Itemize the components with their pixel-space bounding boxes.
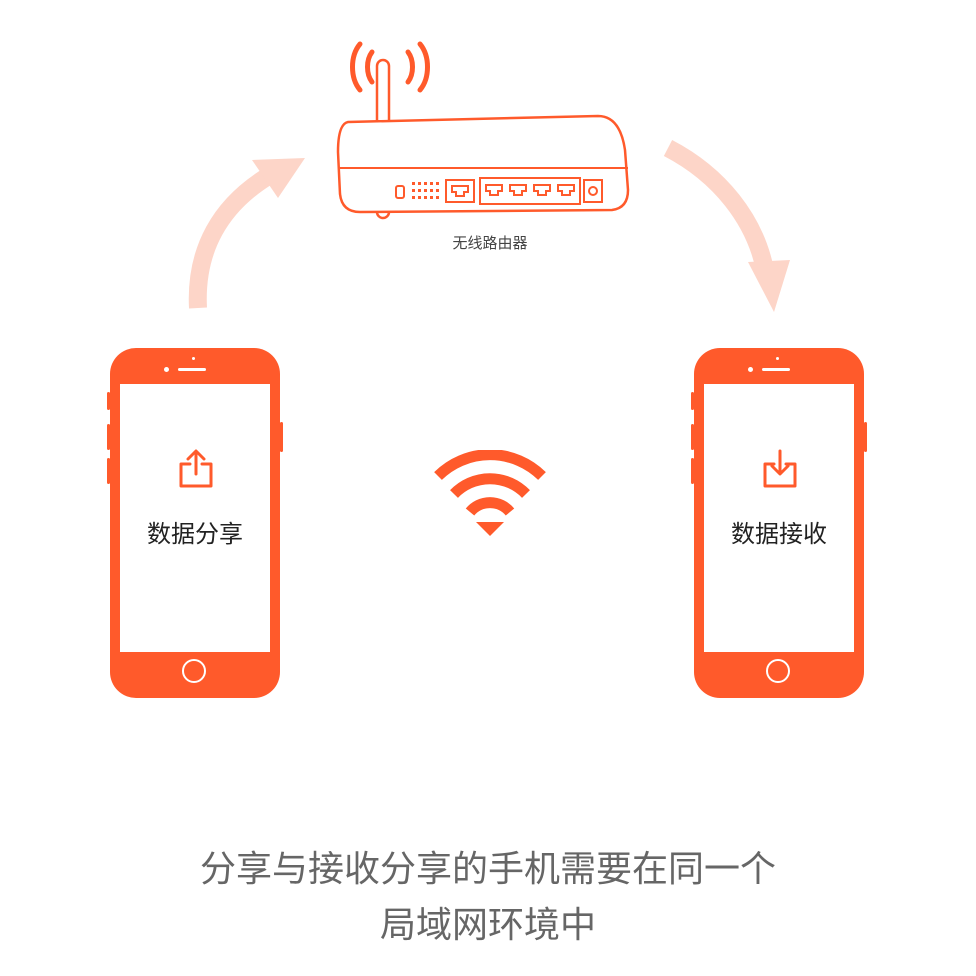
- phone-sensor: [776, 357, 779, 360]
- home-button[interactable]: [766, 659, 790, 683]
- phone-camera: [164, 367, 169, 372]
- router-label: 无线路由器: [452, 234, 528, 252]
- arrow-up-to-router: [188, 158, 305, 309]
- phone-screen: 数据分享: [120, 384, 270, 652]
- upload-share-icon: [179, 449, 213, 488]
- phone-speaker: [178, 368, 206, 371]
- arrow-down-from-router: [663, 140, 790, 312]
- home-button[interactable]: [182, 659, 206, 683]
- phone-screen: 数据接收: [704, 384, 854, 652]
- receive-label: 数据接收: [731, 520, 827, 548]
- router-icon: [336, 41, 630, 220]
- share-label: 数据分享: [147, 520, 243, 548]
- phone-speaker: [762, 368, 790, 371]
- receiver-phone: 数据接收: [691, 348, 867, 698]
- phone-camera: [748, 367, 753, 372]
- caption-line-1: 分享与接收分享的手机需要在同一个: [199, 849, 776, 890]
- wifi-icon: [434, 450, 546, 536]
- caption-line-2: 局域网环境中: [379, 905, 596, 946]
- download-receive-icon: [763, 449, 797, 488]
- phone-sensor: [192, 357, 195, 360]
- sender-phone: 数据分享: [107, 348, 283, 698]
